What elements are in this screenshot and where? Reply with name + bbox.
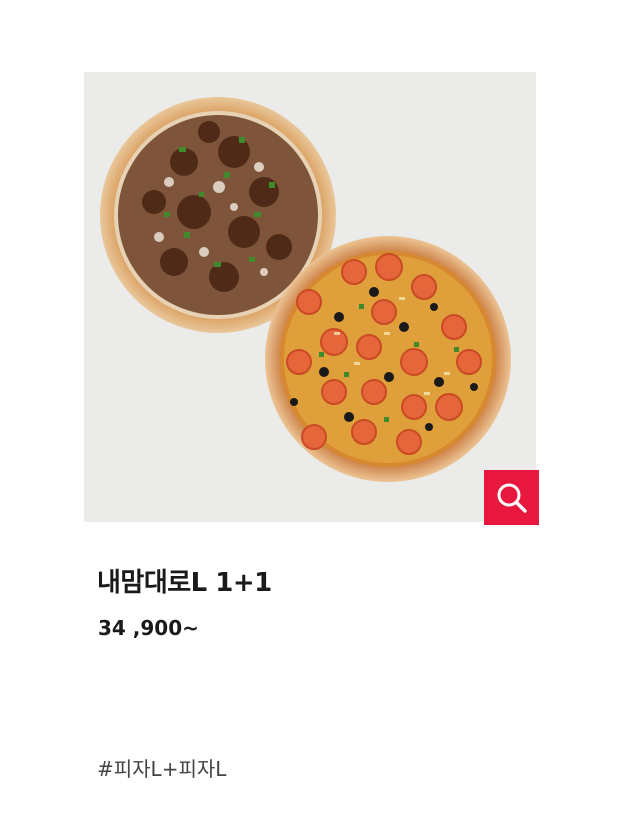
pepperoni-pizza — [265, 236, 511, 482]
product-price: 34 ,900~ — [98, 616, 199, 640]
product-card[interactable]: 내맘대로L 1+1 34 ,900~ #피자L+피자L — [0, 0, 625, 823]
search-icon — [497, 483, 527, 513]
product-name[interactable]: 내맘대로L 1+1 — [97, 562, 272, 599]
product-image[interactable] — [84, 72, 536, 522]
zoom-button[interactable] — [484, 470, 539, 525]
pizza-illustration — [100, 97, 511, 482]
product-tag: #피자L+피자L — [97, 757, 227, 781]
